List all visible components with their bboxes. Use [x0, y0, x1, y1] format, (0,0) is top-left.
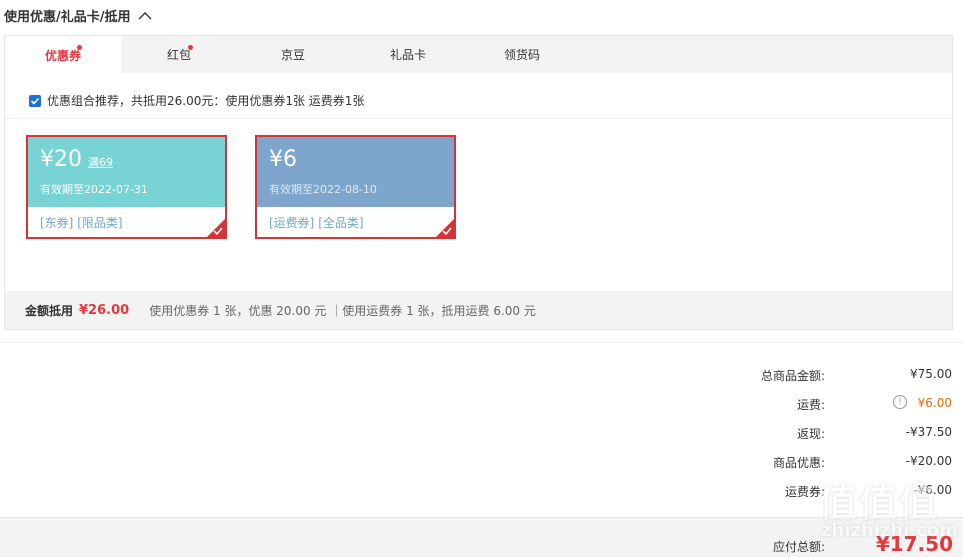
info-icon[interactable]: !: [893, 395, 907, 409]
recommend-combo[interactable]: 优惠组合推荐，共抵用26.00元：使用优惠券1张 运费券1张: [29, 92, 364, 109]
product-discount-label: 商品优惠:: [772, 456, 825, 470]
coupon-validity: 有效期至2022-07-31: [40, 183, 148, 196]
payable-value: ¥17.50: [875, 532, 953, 556]
coupon-tags: [运费券] [全品类]: [269, 214, 364, 231]
coupon-tag: [运费券]: [269, 216, 315, 230]
tab-label: 优惠券: [44, 48, 81, 63]
shipping-coupon-label: 运费券:: [784, 485, 825, 499]
coupon-card[interactable]: ¥6 有效期至2022-08-10 [运费券] [全品类]: [255, 135, 456, 239]
tab-red-packet[interactable]: 红包: [121, 36, 237, 73]
selected-check-icon: [442, 227, 452, 236]
summary-desc: 使用优惠券 1 张，优惠 20.00 元 ｜使用运费券 1 张，抵用运费 6.0…: [149, 303, 536, 318]
total-goods-row: 总商品金额: ¥75.00: [640, 367, 952, 387]
summary-amount: ¥26.00: [79, 302, 130, 318]
discount-summary: 金额抵用 ¥26.00 使用优惠券 1 张，优惠 20.00 元 ｜使用运费券 …: [5, 291, 952, 329]
chevron-up-icon[interactable]: [137, 10, 153, 22]
cashback-row: 返现: -¥37.50: [640, 425, 952, 445]
recommend-text: 优惠组合推荐，共抵用26.00元：使用优惠券1张 运费券1张: [47, 94, 365, 108]
payable-footer: 应付总额: ¥17.50: [0, 517, 963, 557]
product-discount-value: -¥20.00: [905, 454, 952, 468]
tab-jingdou[interactable]: 京豆: [235, 36, 351, 73]
coupon-face: ¥6 有效期至2022-08-10: [257, 137, 454, 207]
coupon-amount: ¥6: [269, 147, 297, 172]
coupon-validity: 有效期至2022-08-10: [269, 183, 377, 196]
coupon-amount-value: ¥6: [269, 147, 297, 172]
cashback-label: 返现:: [796, 427, 825, 441]
cashback-value: -¥37.50: [905, 425, 952, 439]
tab-pickup-code[interactable]: 领货码: [464, 36, 580, 73]
new-dot-icon: [77, 45, 82, 50]
shipping-coupon-value: -¥6.00: [913, 483, 952, 497]
coupon-amount-value: ¥20: [40, 147, 82, 172]
total-goods-value: ¥75.00: [910, 367, 952, 381]
shipping-value: ¥6.00: [917, 396, 952, 410]
section-title[interactable]: 使用优惠/礼品卡/抵用: [4, 6, 153, 25]
coupon-tags: [东券] [限品类]: [40, 214, 123, 231]
section-title-text: 使用优惠/礼品卡/抵用: [4, 10, 131, 25]
coupon-amount: ¥20 满69: [40, 147, 113, 172]
total-goods-label: 总商品金额:: [760, 369, 825, 383]
selected-check-icon: [213, 227, 223, 236]
coupon-panel: 优惠券 红包 京豆 礼品卡 领货码 优惠组合推荐，共抵用26.00元：使用优惠券…: [4, 35, 953, 330]
coupon-limit: 满69: [88, 156, 113, 169]
new-dot-icon: [188, 45, 193, 50]
shipping-coupon-row: 运费券: -¥6.00: [640, 483, 952, 503]
shipping-row: 运费: ! ¥6.00: [640, 395, 952, 416]
tab-label: 领货码: [503, 48, 540, 62]
payable-label: 应付总额:: [772, 540, 825, 554]
coupon-card[interactable]: ¥20 满69 有效期至2022-07-31 [东券] [限品类]: [26, 135, 227, 239]
product-discount-row: 商品优惠: -¥20.00: [640, 454, 952, 474]
tab-label: 礼品卡: [389, 48, 426, 62]
summary-label: 金额抵用: [25, 303, 74, 318]
divider: [0, 342, 963, 343]
tab-gift-card[interactable]: 礼品卡: [350, 36, 466, 73]
check-icon: [30, 97, 40, 105]
recommend-checkbox[interactable]: [29, 94, 41, 107]
tab-bar: 优惠券 红包 京豆 礼品卡 领货码: [5, 36, 952, 74]
divider: [5, 118, 952, 119]
coupon-face: ¥20 满69 有效期至2022-07-31: [28, 137, 225, 207]
coupon-tag: [东券]: [40, 216, 74, 230]
shipping-label: 运费:: [796, 398, 825, 412]
coupon-tag: [全品类]: [318, 216, 364, 230]
tab-coupons[interactable]: 优惠券: [5, 36, 121, 74]
tab-label: 京豆: [280, 48, 305, 62]
coupon-tag: [限品类]: [77, 216, 123, 230]
